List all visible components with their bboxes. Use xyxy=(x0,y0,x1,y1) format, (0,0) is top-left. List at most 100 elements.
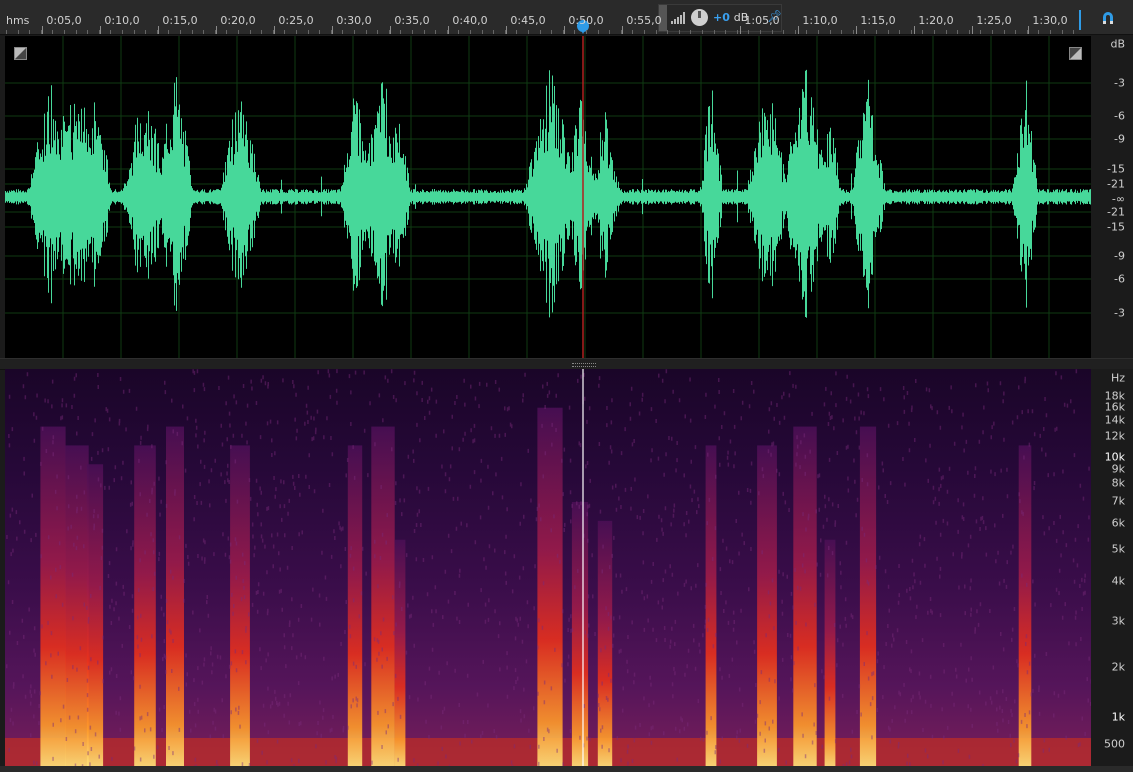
ruler-tick xyxy=(740,26,741,34)
volume-knob-icon[interactable] xyxy=(691,9,708,26)
db-label: -15 xyxy=(1107,220,1125,234)
spectrogram-burst xyxy=(40,426,66,766)
snap-magnet-icon[interactable] xyxy=(1100,10,1116,26)
ruler-minor-tick xyxy=(795,30,796,34)
ruler-minor-tick xyxy=(540,30,541,34)
ruler-minor-tick xyxy=(853,30,854,34)
ruler-minor-tick xyxy=(957,30,958,34)
ruler-minor-tick xyxy=(18,30,19,34)
spectrogram-canvas[interactable] xyxy=(5,369,1091,766)
ruler-minor-tick xyxy=(400,30,401,34)
ruler-minor-tick xyxy=(331,30,332,34)
ruler-minor-tick xyxy=(969,30,970,34)
ruler-minor-tick xyxy=(714,30,715,34)
ruler-minor-tick xyxy=(366,30,367,34)
ruler-minor-tick xyxy=(261,30,262,34)
view-range-end[interactable] xyxy=(1079,10,1081,30)
ruler-tick-label: 0:40,0 xyxy=(452,14,488,27)
ruler-minor-tick xyxy=(412,30,413,34)
ruler-minor-tick xyxy=(1015,30,1016,34)
ruler-tick xyxy=(798,26,799,34)
ruler-tick xyxy=(100,26,101,34)
zoom-corner-right-icon[interactable] xyxy=(1069,47,1082,60)
ruler-minor-tick xyxy=(1062,30,1063,34)
db-label: -3 xyxy=(1114,76,1125,90)
db-label: -6 xyxy=(1114,109,1125,123)
ruler-minor-tick xyxy=(493,30,494,34)
hz-label: 12k xyxy=(1104,429,1125,443)
ruler-tick-label: 0:50,0 xyxy=(568,14,604,27)
ruler-tick xyxy=(158,26,159,34)
ruler-minor-tick xyxy=(29,30,30,34)
ruler-minor-tick xyxy=(458,30,459,34)
ruler-tick-label: 1:05,0 xyxy=(744,14,780,27)
ruler-minor-tick xyxy=(192,30,193,34)
gain-readout[interactable]: +0 dB xyxy=(713,11,748,24)
ruler-minor-tick xyxy=(609,30,610,34)
hz-label: 7k xyxy=(1111,494,1125,508)
ruler-minor-tick xyxy=(899,30,900,34)
ruler-minor-tick xyxy=(1027,30,1028,34)
ruler-minor-tick xyxy=(621,30,622,34)
ruler-tick xyxy=(216,26,217,34)
spectrogram-burst xyxy=(1018,445,1032,766)
spectrogram-burst xyxy=(65,445,89,766)
db-label: -9 xyxy=(1114,132,1125,146)
ruler-minor-tick xyxy=(574,30,575,34)
ruler-minor-tick xyxy=(308,30,309,34)
ruler-minor-tick xyxy=(679,30,680,34)
ruler-minor-tick xyxy=(772,30,773,34)
waveform-view[interactable] xyxy=(5,36,1091,358)
ruler-tick-label: 0:05,0 xyxy=(46,14,82,27)
splitter-grip-icon[interactable] xyxy=(572,363,596,367)
spectrogram-burst xyxy=(597,520,613,766)
ruler-minor-tick xyxy=(563,30,564,34)
spectrogram-burst xyxy=(757,445,777,766)
hz-label: 2k xyxy=(1111,660,1125,674)
ruler-minor-tick xyxy=(134,30,135,34)
db-label: -15 xyxy=(1107,162,1125,176)
ruler-minor-tick xyxy=(922,30,923,34)
ruler-minor-tick xyxy=(377,30,378,34)
frequency-scale: Hz 18k 16k 14k 12k 10k 9k 8k 7k 6k 5k 4k 3k 2k 1k 500 xyxy=(1091,369,1133,766)
ruler-minor-tick xyxy=(992,30,993,34)
spectrogram-burst xyxy=(86,464,104,766)
spectrogram-view[interactable] xyxy=(5,369,1091,766)
spectrogram-burst xyxy=(859,426,877,766)
spectrogram-burst xyxy=(824,539,836,766)
ruler-minor-tick xyxy=(806,30,807,34)
ruler-minor-tick xyxy=(725,30,726,34)
zoom-corner-left-icon[interactable] xyxy=(14,47,27,60)
ruler-minor-tick xyxy=(516,30,517,34)
ruler-minor-tick xyxy=(6,30,7,34)
spectrogram-burst xyxy=(793,426,817,766)
ruler-minor-tick xyxy=(435,30,436,34)
hz-label: 1k xyxy=(1111,710,1125,724)
ruler-minor-tick xyxy=(250,30,251,34)
time-ruler[interactable]: hms +0 dB 📌︎ 0:05,0 0:10,0 0:15,0 0:20,0 0:2… xyxy=(0,0,1133,35)
waveform-canvas[interactable] xyxy=(5,36,1091,358)
ruler-minor-tick xyxy=(876,30,877,34)
time-unit-label: hms xyxy=(6,14,30,27)
ruler-minor-tick xyxy=(64,30,65,34)
gain-value: +0 xyxy=(713,11,730,24)
ruler-minor-tick xyxy=(830,30,831,34)
ruler-minor-tick xyxy=(760,30,761,34)
ruler-tick-label: 0:10,0 xyxy=(104,14,140,27)
ruler-tick-label: 1:15,0 xyxy=(860,14,896,27)
ruler-minor-tick xyxy=(41,30,42,34)
ruler-tick-label: 1:25,0 xyxy=(976,14,1012,27)
ruler-minor-tick xyxy=(99,30,100,34)
horizontal-scrollbar[interactable] xyxy=(0,766,1133,772)
ruler-minor-tick xyxy=(215,30,216,34)
ruler-minor-tick xyxy=(342,30,343,34)
ruler-tick xyxy=(390,26,391,34)
ruler-minor-tick xyxy=(284,30,285,34)
db-scale-title: dB xyxy=(1110,37,1125,51)
ruler-minor-tick xyxy=(586,30,587,34)
ruler-tick xyxy=(622,26,623,34)
ruler-minor-tick xyxy=(528,30,529,34)
spectrogram-burst xyxy=(394,539,406,766)
ruler-tick-label: 0:35,0 xyxy=(394,14,430,27)
ruler-minor-tick xyxy=(238,30,239,34)
